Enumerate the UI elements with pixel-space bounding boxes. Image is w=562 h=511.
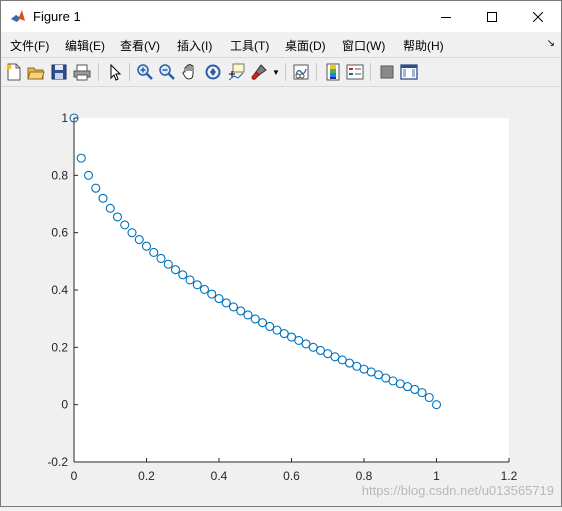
menu-edit[interactable]: 编辑(E) (65, 37, 105, 54)
toolbar-separator (370, 63, 371, 81)
hide-plot-tools-icon[interactable] (378, 63, 396, 81)
zoom-in-icon[interactable] (136, 63, 154, 81)
toolbar-separator (129, 63, 130, 81)
window-title: Figure 1 (33, 9, 81, 24)
save-icon[interactable] (50, 63, 68, 81)
close-icon (533, 11, 543, 22)
toolbar-separator (316, 63, 317, 81)
minimize-button[interactable] (423, 1, 469, 32)
y-tick-label: 1 (61, 111, 68, 125)
open-file-icon[interactable] (27, 63, 45, 81)
title-bar: Figure 1 (1, 1, 561, 32)
scatter-plot: 0 0.2 0.4 0.6 0.8 1 1.2-0.200.20.40.60.81 http… (47, 111, 554, 498)
close-button[interactable] (515, 1, 561, 32)
menu-bar: 文件(F) 编辑(E) 查看(V) 插入(I) 工具(T) 桌面(D) 窗口(W… (1, 32, 561, 56)
legend-icon[interactable] (346, 63, 364, 81)
x-tick-label: 0.2 (138, 469, 155, 483)
figure-window: Figure 1 文件(F) 编辑(E) 查看(V) 插入(I) 工具(T) 桌… (0, 0, 562, 507)
show-plot-tools-icon[interactable] (400, 63, 418, 81)
y-tick-label: 0 (61, 398, 68, 412)
y-tick-label: 0.4 (51, 283, 68, 297)
y-tick-label: -0.2 (47, 455, 68, 469)
y-tick-label: 0.6 (51, 226, 68, 240)
y-tick-label: 0.2 (51, 340, 68, 354)
data-cursor-icon[interactable] (227, 63, 245, 81)
x-tick-label: 0.8 (356, 469, 373, 483)
maximize-icon (487, 11, 497, 22)
menu-tools[interactable]: 工具(T) (230, 37, 269, 54)
menu-file[interactable]: 文件(F) (10, 37, 49, 54)
brush-icon[interactable] (250, 63, 268, 81)
menu-view[interactable]: 查看(V) (120, 37, 160, 54)
figure-toolbar: ▼ (1, 57, 561, 87)
x-tick-label: 1.2 (501, 469, 518, 483)
link-plot-icon[interactable] (292, 63, 310, 81)
y-tick-label: 0.8 (51, 168, 68, 182)
matlab-icon (10, 8, 26, 24)
x-tick-label: 0 (71, 469, 78, 483)
minimize-icon (441, 16, 451, 18)
x-tick-label: 1 (433, 469, 440, 483)
colorbar-icon[interactable] (324, 63, 342, 81)
x-tick-label: 0.4 (211, 469, 228, 483)
menu-help[interactable]: 帮助(H) (403, 37, 444, 54)
print-icon[interactable] (73, 63, 91, 81)
x-tick-label: 0.6 (283, 469, 300, 483)
pan-hand-icon[interactable] (181, 63, 199, 81)
axes-background (74, 118, 509, 462)
menu-window[interactable]: 窗口(W) (342, 37, 385, 54)
zoom-out-icon[interactable] (158, 63, 176, 81)
watermark: https://blog.csdn.net/u013565719 (362, 483, 554, 498)
dock-arrow-icon[interactable]: ↘ (547, 38, 555, 49)
figure-canvas: 0 0.2 0.4 0.6 0.8 1 1.2 -0.2 0 0.2 0.4 0.6 0.8 1 http… (1, 87, 561, 506)
menu-desktop[interactable]: 桌面(D) (285, 37, 326, 54)
rotate-3d-icon[interactable] (204, 63, 222, 81)
pointer-icon[interactable] (106, 63, 124, 81)
toolbar-separator (98, 63, 99, 81)
new-figure-icon[interactable] (5, 63, 23, 81)
toolbar-separator (285, 63, 286, 81)
menu-insert[interactable]: 插入(I) (177, 37, 212, 54)
brush-dropdown-icon[interactable]: ▼ (272, 68, 280, 77)
maximize-button[interactable] (469, 1, 515, 32)
